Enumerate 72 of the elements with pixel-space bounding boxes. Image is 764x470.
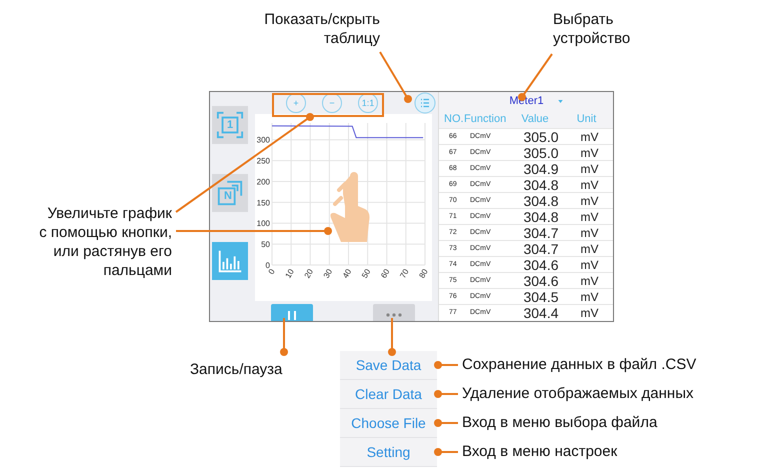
x-tick-label: 80 — [416, 268, 430, 280]
pause-button[interactable] — [271, 304, 313, 321]
column-header: NO. — [443, 113, 464, 125]
y-tick-label: 300 — [256, 136, 270, 145]
y-tick-label: 0 — [265, 261, 270, 270]
table-cell-text: 304.5 — [522, 288, 560, 304]
x-tick-label: 40 — [340, 268, 353, 280]
table-cell-text: 305.0 — [522, 128, 560, 144]
callout-text: Сохранение данных в файл .CSV — [462, 355, 698, 374]
table-cell-text: mV — [580, 274, 600, 288]
table-cell-text: mV — [580, 194, 600, 208]
column-header: Value — [520, 113, 550, 125]
x-tick-label: 10 — [283, 268, 296, 280]
x-tick-label: 70 — [398, 268, 410, 280]
table-cell-text: mV — [580, 210, 600, 224]
column-header: Unit — [576, 113, 598, 125]
fit-view-button[interactable]: 1 — [212, 106, 248, 144]
column-header: Function — [464, 113, 508, 125]
hand-gesture-drawing — [330, 172, 369, 242]
zoom-button[interactable]: 1:1 — [358, 93, 378, 113]
y-tick-label: 200 — [256, 177, 270, 186]
callout-text: Выбрать устройство — [553, 10, 632, 48]
leader-line — [434, 448, 458, 456]
x-tick-label: 50 — [360, 268, 372, 280]
callout-text: Запись/пауза — [190, 360, 284, 379]
zoom-button[interactable]: + — [286, 93, 306, 113]
table-cell-text: 304.6 — [522, 272, 560, 288]
table-toggle-icon[interactable] — [414, 92, 436, 114]
table-cell-text: 304.9 — [522, 160, 560, 176]
table-cell-text: mV — [580, 242, 600, 256]
x-tick-label: 60 — [378, 268, 391, 280]
fit-frame-icon — [216, 111, 244, 139]
table-cell-text: 304.8 — [522, 192, 560, 208]
leader-line — [388, 318, 396, 356]
table-cell-text: mV — [580, 146, 600, 160]
latest-view-button[interactable]: N — [212, 174, 248, 212]
y-tick-label: 50 — [260, 240, 270, 250]
leader-line — [434, 361, 458, 369]
x-tick-label: 30 — [321, 268, 334, 280]
leader-line — [280, 318, 288, 356]
table-cell-text: mV — [580, 306, 600, 320]
y-tick-label: 150 — [256, 198, 270, 208]
table-cell-text: mV — [580, 178, 600, 192]
table-cell-text: 304.7 — [522, 240, 560, 256]
table-cell-text: 304.7 — [522, 224, 560, 240]
table-cell-text: 304.4 — [522, 304, 560, 320]
table-cell-text: mV — [580, 226, 600, 240]
callout-text: Вход в меню настроек — [462, 442, 618, 461]
table-cell-text: 305.0 — [522, 144, 560, 160]
y-tick-label: 250 — [256, 156, 270, 166]
x-tick-label: 0 — [266, 268, 276, 276]
leader-line — [434, 390, 458, 398]
table-cell-text: 304.8 — [522, 176, 560, 192]
leader-line — [379, 51, 412, 103]
caret-icon[interactable] — [558, 100, 563, 102]
callout-text: Показать/скрыть таблицу — [263, 10, 380, 48]
table-cell-text: mV — [580, 162, 600, 176]
chart-view-button[interactable] — [212, 242, 248, 280]
zoom-button[interactable]: − — [322, 93, 342, 113]
more-button[interactable] — [373, 304, 415, 321]
table-cell-text: 304.8 — [522, 208, 560, 224]
leader-line — [434, 419, 458, 427]
table-cell-text: mV — [580, 258, 600, 272]
callout-text: Удаление отображаемых данных — [462, 384, 694, 403]
table-cell-text: mV — [580, 290, 600, 304]
x-tick-label: 20 — [302, 268, 314, 280]
table-cell-text: 304.6 — [522, 256, 560, 272]
y-tick-label: 100 — [256, 219, 270, 228]
table-cell-text: mV — [580, 130, 600, 144]
callout-text: Вход в меню выбора файла — [462, 413, 658, 432]
layers-icon — [216, 179, 244, 207]
callout-text: Увеличьте график с помощью кнопки, или растянув его пальцами — [38, 204, 172, 280]
